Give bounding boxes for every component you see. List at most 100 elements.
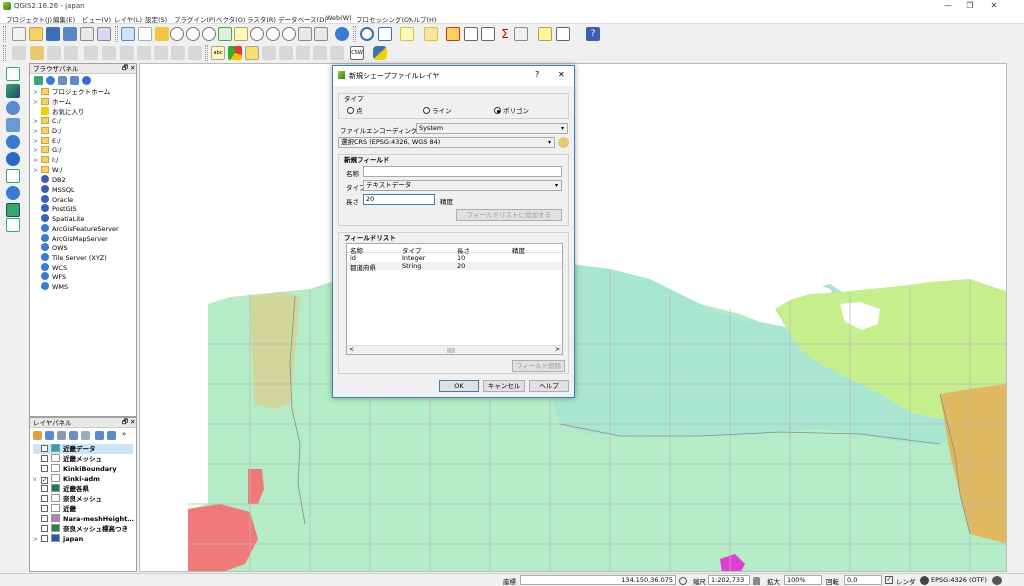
expand-arrow-icon[interactable]: >: [33, 156, 41, 165]
float-panel-icon[interactable]: 🗗: [122, 418, 128, 429]
browser-item[interactable]: > ホーム: [33, 97, 71, 107]
browser-item[interactable]: > G:/: [33, 146, 61, 155]
expand-arrow-icon[interactable]: >: [33, 137, 41, 146]
browser-item[interactable]: Oracle: [33, 194, 73, 205]
scroll-left-icon[interactable]: <: [349, 346, 354, 353]
expand-arrow-icon[interactable]: >: [33, 535, 41, 544]
save-project-icon[interactable]: [46, 27, 60, 41]
zoom-out-icon[interactable]: [186, 27, 200, 41]
menu-settings[interactable]: 設定(S): [145, 14, 167, 24]
messages-icon[interactable]: [992, 576, 1002, 585]
layer-item[interactable]: 奈良メッシュ標高つき: [33, 524, 128, 534]
expand-arrow-icon[interactable]: v: [33, 475, 41, 484]
new-shapefile-layer-icon[interactable]: [6, 218, 20, 232]
radio-point-circle[interactable]: [347, 107, 354, 114]
scroll-thumb[interactable]: [447, 348, 455, 353]
layer-visibility-checkbox[interactable]: [41, 485, 48, 492]
new-bookmark-icon[interactable]: [298, 27, 312, 41]
radio-point[interactable]: 点: [347, 105, 363, 115]
map-tips-icon[interactable]: [538, 27, 552, 41]
filter-legend-icon[interactable]: [69, 431, 78, 440]
browser-item[interactable]: > C:/: [33, 117, 61, 126]
zoom-full-icon[interactable]: [218, 27, 232, 41]
zoom-selection-icon[interactable]: [234, 27, 248, 41]
menu-raster[interactable]: ラスタ(R): [247, 14, 276, 24]
field-length-input[interactable]: 20: [363, 194, 435, 205]
pan-hand-icon[interactable]: [138, 27, 152, 41]
manage-map-themes-icon[interactable]: [57, 431, 66, 440]
add-virtual-layer-icon[interactable]: [6, 203, 20, 217]
layer-visibility-checkbox[interactable]: [41, 455, 48, 462]
save-as-icon[interactable]: [63, 27, 77, 41]
collapse-all-icon[interactable]: [70, 76, 79, 85]
field-type-select[interactable]: テキストデータ ▾: [363, 180, 562, 191]
browser-item[interactable]: WMS: [33, 282, 68, 292]
zoom-layer-icon[interactable]: [250, 27, 264, 41]
properties-info-icon[interactable]: [82, 76, 91, 85]
deselect-all-icon[interactable]: [446, 27, 460, 41]
field-list-table[interactable]: 名称 タイプ 長さ 精度 id Integer 10 都道府県 String 2…: [346, 243, 563, 355]
field-name-input[interactable]: [363, 166, 562, 177]
toolbar-grip[interactable]: [3, 26, 6, 42]
expand-arrow-icon[interactable]: >: [33, 117, 41, 126]
layer-item[interactable]: 近畿データ: [33, 444, 133, 454]
help-button[interactable]: ヘルプ: [529, 380, 569, 392]
expand-all-icon[interactable]: [95, 431, 104, 440]
render-checkbox[interactable]: ✓: [885, 576, 893, 584]
float-panel-icon[interactable]: 🗗: [122, 64, 128, 75]
print-composer-icon[interactable]: [80, 27, 94, 41]
encoding-select[interactable]: System ▾: [416, 123, 568, 134]
browser-item[interactable]: OWS: [33, 243, 68, 253]
layer-item[interactable]: v ✓ Kinki-adm: [33, 474, 100, 484]
layer-item[interactable]: 近畿各県: [33, 484, 89, 494]
refresh-icon[interactable]: [46, 76, 55, 85]
pan-to-selection-icon[interactable]: [155, 27, 169, 41]
browser-item[interactable]: > I:/: [33, 155, 58, 165]
add-group-icon[interactable]: [45, 431, 54, 440]
layer-visibility-checkbox[interactable]: [41, 515, 48, 522]
text-annotation-icon[interactable]: [556, 27, 570, 41]
show-bookmarks-icon[interactable]: [314, 27, 328, 41]
layer-visibility-checkbox[interactable]: ✓: [41, 477, 48, 484]
csw-icon[interactable]: CSW: [350, 46, 364, 60]
save-edits-icon[interactable]: [47, 46, 61, 60]
radio-line-circle[interactable]: [423, 107, 430, 114]
refresh-icon[interactable]: [335, 27, 349, 41]
layer-item[interactable]: 近畿メッシュ: [33, 454, 102, 464]
zoom-native-icon[interactable]: [202, 27, 216, 41]
rotation-spinbox[interactable]: 0.0: [844, 575, 882, 585]
menu-processing[interactable]: プロセッシング(C): [356, 14, 411, 24]
zoom-last-icon[interactable]: [266, 27, 280, 41]
browser-item[interactable]: WCS: [33, 262, 67, 273]
python-console-icon[interactable]: [373, 46, 387, 60]
add-wfs-layer-icon[interactable]: [6, 169, 20, 183]
layer-visibility-checkbox[interactable]: [41, 495, 48, 502]
layer-item[interactable]: Nara-meshHeight…: [33, 514, 134, 524]
menu-view[interactable]: ビュー(V): [82, 14, 111, 24]
attribute-table-icon[interactable]: [464, 27, 478, 41]
layer-visibility-checkbox[interactable]: [41, 525, 48, 532]
scale-combobox[interactable]: 1:202,733: [708, 575, 750, 585]
zoom-spinbox[interactable]: 100%: [784, 575, 822, 585]
select-features-icon[interactable]: [400, 27, 414, 41]
add-raster-layer-icon[interactable]: [6, 84, 20, 98]
field-calculator-icon[interactable]: [481, 27, 495, 41]
node-tool-icon[interactable]: [102, 46, 116, 60]
scroll-right-icon[interactable]: >: [555, 346, 560, 353]
browser-item[interactable]: PostGIS: [33, 204, 77, 214]
close-window-button[interactable]: ✕: [984, 1, 1004, 12]
crs-status[interactable]: EPSG:4326 (OTF): [931, 576, 987, 584]
layer-item[interactable]: KinkiBoundary: [33, 464, 117, 474]
add-selected-icon[interactable]: [34, 76, 43, 85]
remove-field-button[interactable]: フィールド削除: [512, 360, 565, 372]
crs-globe-icon[interactable]: [920, 576, 929, 585]
table-row[interactable]: id Integer 10: [347, 254, 562, 262]
maximize-button[interactable]: ❐: [960, 1, 980, 12]
browser-item[interactable]: DB2: [33, 175, 66, 185]
ok-button[interactable]: OK: [439, 380, 479, 392]
statistics-sigma-icon[interactable]: Σ: [498, 27, 512, 41]
layer-visibility-checkbox[interactable]: [41, 505, 48, 512]
cancel-button[interactable]: キャンセル: [483, 380, 525, 392]
browser-item[interactable]: > W:/: [33, 165, 62, 175]
browser-item[interactable]: ArcGisMapServer: [33, 233, 108, 244]
